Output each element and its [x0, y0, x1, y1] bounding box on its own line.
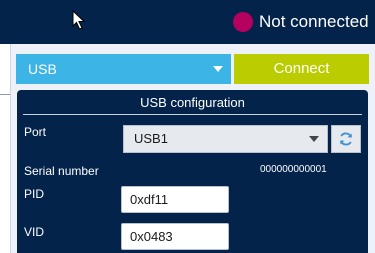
left-sidebar-strip [0, 44, 11, 253]
title-divider [23, 114, 362, 115]
interface-select[interactable]: USB [16, 54, 231, 84]
vid-label: VID [24, 225, 45, 239]
pid-input[interactable] [121, 186, 229, 213]
chevron-down-icon [213, 66, 223, 72]
pid-label: PID [24, 187, 45, 201]
port-label: Port [24, 125, 47, 139]
connect-button[interactable]: Connect [234, 54, 369, 84]
panel-title: USB configuration [140, 95, 245, 110]
serial-number-value: 000000000001 [260, 164, 327, 175]
serial-number-label: Serial number [24, 164, 99, 178]
connection-status-text: Not connected [259, 12, 369, 31]
port-select[interactable]: USB1 [123, 125, 328, 153]
arrow-cursor-icon [72, 10, 86, 30]
sidebar-divider [0, 94, 10, 95]
connection-status-icon [233, 12, 253, 32]
chevron-down-icon [309, 136, 319, 142]
usb-configuration-panel: USB configuration Port USB1 Serial numbe… [17, 90, 368, 253]
top-bar: Not connected [0, 0, 375, 44]
interface-select-value: USB [28, 61, 57, 77]
vid-input[interactable] [121, 223, 229, 250]
refresh-icon [340, 132, 352, 146]
refresh-button[interactable] [331, 125, 361, 153]
port-select-value: USB1 [134, 131, 168, 146]
